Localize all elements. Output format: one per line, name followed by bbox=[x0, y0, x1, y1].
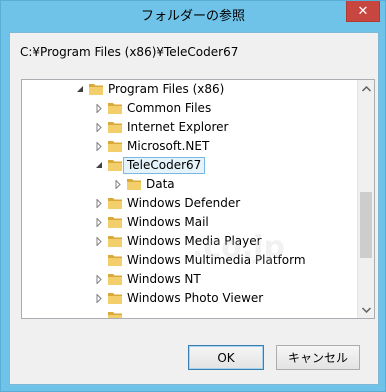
window-title: フォルダーの参照 bbox=[140, 9, 245, 24]
close-icon: ✕ bbox=[357, 3, 369, 19]
tree-item-label: Windows Defender bbox=[127, 196, 241, 210]
expanded-arrow-icon[interactable] bbox=[95, 160, 103, 170]
tree-item-label: TeleCoder67 bbox=[123, 157, 206, 174]
tree-item-label: Program Files (x86) bbox=[108, 82, 225, 96]
tree-item-windows-photo-viewer[interactable]: Windows Photo Viewer bbox=[22, 289, 358, 308]
folder-icon bbox=[107, 290, 123, 306]
scroll-up-icon[interactable] bbox=[358, 80, 374, 97]
dialog-body: C:¥Program Files (x86)¥TeleCoder67 Progr… bbox=[9, 32, 379, 385]
tree-item-label: Windows Photo Viewer bbox=[127, 291, 264, 305]
cancel-button[interactable]: キャンセル bbox=[276, 345, 360, 370]
tree-item-label: Windows Mail bbox=[127, 215, 209, 229]
folder-icon bbox=[126, 176, 142, 192]
collapsed-arrow-icon[interactable] bbox=[95, 103, 103, 113]
folder-icon bbox=[88, 81, 104, 97]
folder-icon bbox=[107, 309, 123, 318]
collapsed-arrow-icon[interactable] bbox=[95, 217, 103, 227]
tree-item-windows-media-player[interactable]: Windows Media Player bbox=[22, 232, 358, 251]
scrollbar-thumb[interactable] bbox=[360, 192, 372, 258]
tree-item-windows-defender[interactable]: Windows Defender bbox=[22, 194, 358, 213]
title-bar[interactable]: フォルダーの参照 ✕ bbox=[1, 1, 385, 32]
collapsed-arrow-icon[interactable] bbox=[95, 141, 103, 151]
tree-item-telecoder67[interactable]: TeleCoder67 bbox=[22, 156, 358, 175]
selected-path-label: C:¥Program Files (x86)¥TeleCoder67 bbox=[20, 45, 239, 59]
collapsed-arrow-icon[interactable] bbox=[95, 236, 103, 246]
folder-icon bbox=[107, 233, 123, 249]
folder-icon bbox=[107, 252, 123, 268]
tree-item-windows-nt[interactable]: Windows NT bbox=[22, 270, 358, 289]
ok-button[interactable]: OK bbox=[188, 345, 264, 370]
expanded-arrow-icon[interactable] bbox=[76, 84, 84, 94]
vertical-scrollbar[interactable] bbox=[357, 80, 374, 318]
collapsed-arrow-icon[interactable] bbox=[95, 122, 103, 132]
collapsed-arrow-icon[interactable] bbox=[95, 274, 103, 284]
collapsed-arrow-icon[interactable] bbox=[95, 198, 103, 208]
tree-item-label: Data bbox=[146, 177, 175, 191]
tree-item-windows-multimedia-platform[interactable]: Windows Multimedia Platform bbox=[22, 251, 358, 270]
tree-item-common-files[interactable]: Common Files bbox=[22, 99, 358, 118]
tree-item-data[interactable]: Data bbox=[22, 175, 358, 194]
folder-tree[interactable]: Program Files (x86) Common Files Interne… bbox=[21, 79, 375, 319]
browse-folder-dialog: フォルダーの参照 ✕ C:¥Program Files (x86)¥TeleCo… bbox=[0, 0, 386, 392]
watermark: .co.jp bbox=[192, 230, 285, 265]
folder-icon bbox=[107, 157, 123, 173]
tree-item-program-files-x86[interactable]: Program Files (x86) bbox=[22, 80, 358, 99]
tree-item-partial[interactable] bbox=[22, 308, 358, 318]
folder-icon bbox=[107, 100, 123, 116]
tree-item-internet-explorer[interactable]: Internet Explorer bbox=[22, 118, 358, 137]
scroll-down-icon[interactable] bbox=[358, 301, 374, 318]
tree-item-label: Internet Explorer bbox=[127, 120, 229, 134]
collapsed-arrow-icon[interactable] bbox=[114, 179, 122, 189]
folder-icon bbox=[107, 214, 123, 230]
collapsed-arrow-icon[interactable] bbox=[95, 293, 103, 303]
folder-icon bbox=[107, 138, 123, 154]
tree-item-microsoft-net[interactable]: Microsoft.NET bbox=[22, 137, 358, 156]
tree-item-label: Common Files bbox=[127, 101, 212, 115]
folder-icon bbox=[107, 195, 123, 211]
tree-item-windows-mail[interactable]: Windows Mail bbox=[22, 213, 358, 232]
tree-item-label: Windows NT bbox=[127, 272, 201, 286]
folder-icon bbox=[107, 271, 123, 287]
tree-item-label: Microsoft.NET bbox=[127, 139, 210, 153]
close-button[interactable]: ✕ bbox=[346, 1, 380, 22]
folder-icon bbox=[107, 119, 123, 135]
